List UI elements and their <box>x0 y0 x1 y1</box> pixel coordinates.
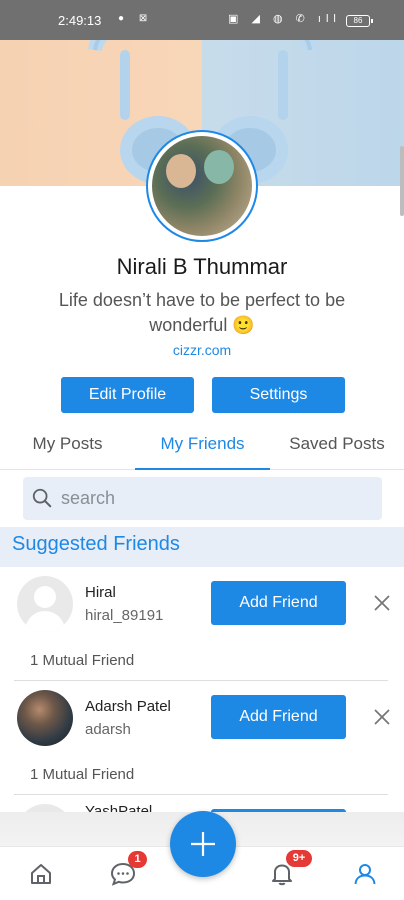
tab-saved-posts[interactable]: Saved Posts <box>270 424 404 470</box>
scrollbar[interactable] <box>400 146 404 216</box>
profile-photo <box>152 136 252 236</box>
suggested-friends-heading: Suggested Friends <box>0 527 404 567</box>
home-icon[interactable] <box>28 861 54 887</box>
profile-tabs: My Posts My Friends Saved Posts <box>0 424 404 470</box>
profile-name: Nirali B Thummar <box>116 254 288 279</box>
battery-icon: 86 <box>346 15 373 27</box>
dismiss-icon[interactable] <box>372 593 392 613</box>
tab-my-posts[interactable]: My Posts <box>0 424 135 470</box>
chat-badge: 1 <box>128 851 147 868</box>
mutual-friends-count: 1 Mutual Friend <box>30 652 135 669</box>
friend-name[interactable]: Adarsh Patel <box>85 698 171 715</box>
search-icon <box>32 488 52 508</box>
friend-name[interactable]: Hiral <box>85 584 116 601</box>
friend-username: hiral_89191 <box>85 607 164 624</box>
settings-button[interactable]: Settings <box>212 377 345 413</box>
create-post-button[interactable] <box>170 811 236 877</box>
mutual-friends-count: 1 Mutual Friend <box>30 766 135 783</box>
notification-badge: 9+ <box>286 850 312 867</box>
dismiss-icon[interactable] <box>372 707 392 727</box>
status-time: 2:49:13 <box>58 13 102 28</box>
add-friend-button[interactable]: Add Friend <box>211 695 346 739</box>
edit-profile-button[interactable]: Edit Profile <box>61 377 194 413</box>
plus-icon <box>191 832 215 856</box>
friend-suggestion-item: Adarsh Patel adarsh Add Friend 1 Mutual … <box>0 681 404 796</box>
profile-website-link[interactable]: cizzr.com <box>0 342 404 358</box>
friend-username: adarsh <box>85 721 131 738</box>
friend-suggestion-item: Hiral hiral_89191 Add Friend 1 Mutual Fr… <box>0 567 404 682</box>
signal-icons: ▣ ◢ ◍ ✆ ıll <box>228 13 341 25</box>
tab-my-friends[interactable]: My Friends <box>135 424 270 470</box>
notification-icons: ● ⊠ <box>118 13 154 24</box>
search-container <box>0 470 404 527</box>
search-bar[interactable] <box>23 477 382 520</box>
status-bar: 2:49:13 ● ⊠ ▣ ◢ ◍ ✆ ıll 86 <box>0 0 404 40</box>
default-avatar-icon[interactable] <box>17 576 73 632</box>
profile-avatar[interactable] <box>146 130 258 242</box>
profile-icon[interactable] <box>352 861 378 887</box>
search-input[interactable] <box>61 477 361 520</box>
add-friend-button[interactable]: Add Friend <box>211 581 346 625</box>
friend-avatar[interactable] <box>17 690 73 746</box>
profile-bio: Life doesn’t have to be perfect to be wo… <box>58 290 346 335</box>
